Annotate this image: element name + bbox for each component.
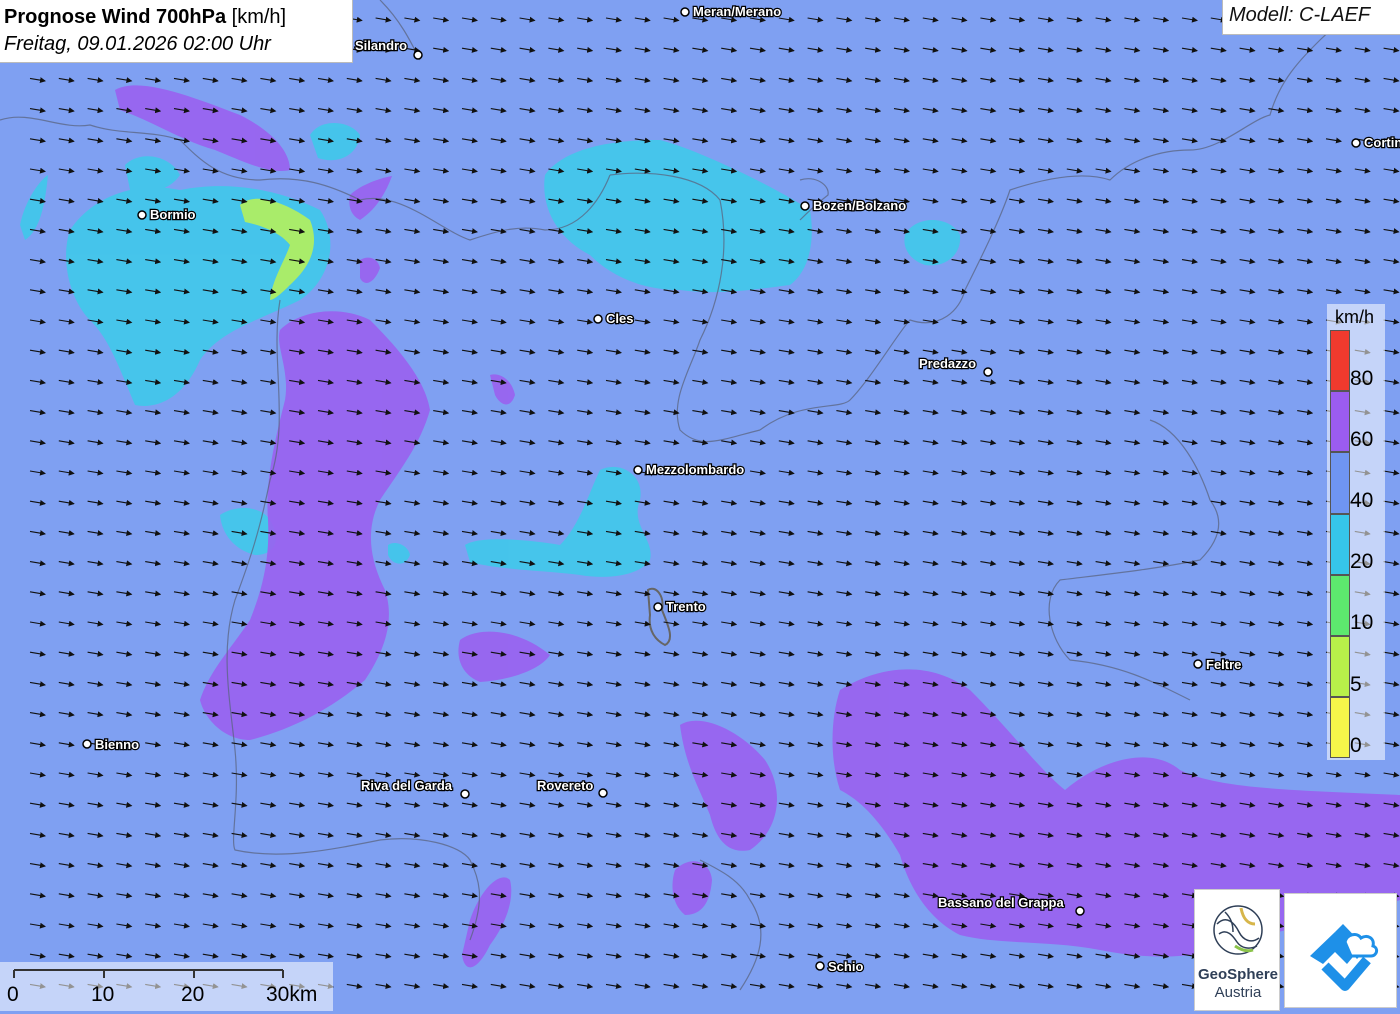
place-dot xyxy=(1076,907,1084,915)
wind-map[interactable]: Meran/Merano Silandro Bormio Bozen/Bolza… xyxy=(0,0,1400,1011)
place-dot xyxy=(654,603,662,611)
place-label: Mezzolombardo xyxy=(646,462,744,477)
place-label: Feltre xyxy=(1206,657,1241,672)
legend-unit: km/h xyxy=(1335,307,1374,328)
legend-swatch-10 xyxy=(1330,575,1350,636)
place-label: Bassano del Grappa xyxy=(938,895,1064,910)
place-label: Predazzo xyxy=(919,356,976,371)
legend-label-20: 20 xyxy=(1350,551,1373,573)
geosphere-logo[interactable]: GeoSphere Austria xyxy=(1194,889,1280,1011)
place-dot xyxy=(816,962,824,970)
place-label: Silandro xyxy=(355,38,407,53)
legend-label-60: 60 xyxy=(1350,429,1373,451)
place-label: Bozen/Bolzano xyxy=(813,198,906,213)
place-dot xyxy=(1194,660,1202,668)
place-dot xyxy=(138,211,146,219)
place-dot xyxy=(681,8,689,16)
scale-bar: 0 10 20 30km xyxy=(0,962,333,1011)
scale-label-0: 0 xyxy=(7,983,19,1007)
legend-label-10: 10 xyxy=(1350,612,1373,634)
map-title: Prognose Wind 700hPa [km/h] xyxy=(4,4,352,30)
map-title-bold: Prognose Wind 700hPa xyxy=(4,6,226,28)
place-label: Trento xyxy=(666,599,706,614)
place-label: Bienno xyxy=(95,737,139,752)
model-label: Modell: C-LAEF xyxy=(1222,0,1400,35)
place-label: Schio xyxy=(828,959,863,974)
map-subtitle: Freitag, 09.01.2026 02:00 Uhr xyxy=(4,30,352,58)
place-dot xyxy=(599,789,607,797)
scale-label-30km: 30km xyxy=(266,983,317,1007)
geosphere-name: GeoSphere xyxy=(1195,966,1281,983)
place-mezzolombardo[interactable]: Mezzolombardo xyxy=(634,462,744,477)
color-legend: km/h 80 60 40 20 10 5 0 xyxy=(1327,304,1385,760)
legend-label-0: 0 xyxy=(1350,735,1362,757)
place-dot xyxy=(461,790,469,798)
place-meran[interactable]: Meran/Merano xyxy=(681,4,781,19)
scale-label-10: 10 xyxy=(91,983,114,1007)
mountain-cloud-icon xyxy=(1285,894,1398,1009)
geosphere-sub: Austria xyxy=(1195,984,1281,1001)
place-dot xyxy=(984,368,992,376)
legend-swatch-20 xyxy=(1330,514,1350,575)
map-title-unit: [km/h] xyxy=(232,6,286,28)
place-dot xyxy=(1352,139,1360,147)
place-dot xyxy=(83,740,91,748)
legend-label-80: 80 xyxy=(1350,368,1373,390)
scale-bar-line xyxy=(0,962,333,982)
place-dot xyxy=(594,315,602,323)
legend-label-40: 40 xyxy=(1350,490,1373,512)
legend-swatch-5 xyxy=(1330,636,1350,697)
scale-label-20: 20 xyxy=(181,983,204,1007)
legend-swatch-0 xyxy=(1330,697,1350,758)
legend-label-5: 5 xyxy=(1350,674,1362,696)
legend-swatch-80 xyxy=(1330,330,1350,391)
legend-swatch-40 xyxy=(1330,452,1350,514)
place-bolzano[interactable]: Bozen/Bolzano xyxy=(801,198,906,213)
geosphere-emblem-icon xyxy=(1195,894,1281,966)
place-label: Bormio xyxy=(150,207,196,222)
place-label: Rovereto xyxy=(537,778,593,793)
place-dot xyxy=(634,466,642,474)
place-label: Riva del Garda xyxy=(361,778,453,793)
weather-app-logo[interactable] xyxy=(1284,893,1397,1008)
place-dot xyxy=(801,202,809,210)
place-label: Meran/Merano xyxy=(693,4,781,19)
title-panel: Prognose Wind 700hPa [km/h] Freitag, 09.… xyxy=(0,0,353,63)
legend-swatch-60 xyxy=(1330,391,1350,452)
place-label: Cles xyxy=(606,311,633,326)
place-dot xyxy=(414,51,422,59)
place-label: Cortina xyxy=(1364,135,1400,150)
